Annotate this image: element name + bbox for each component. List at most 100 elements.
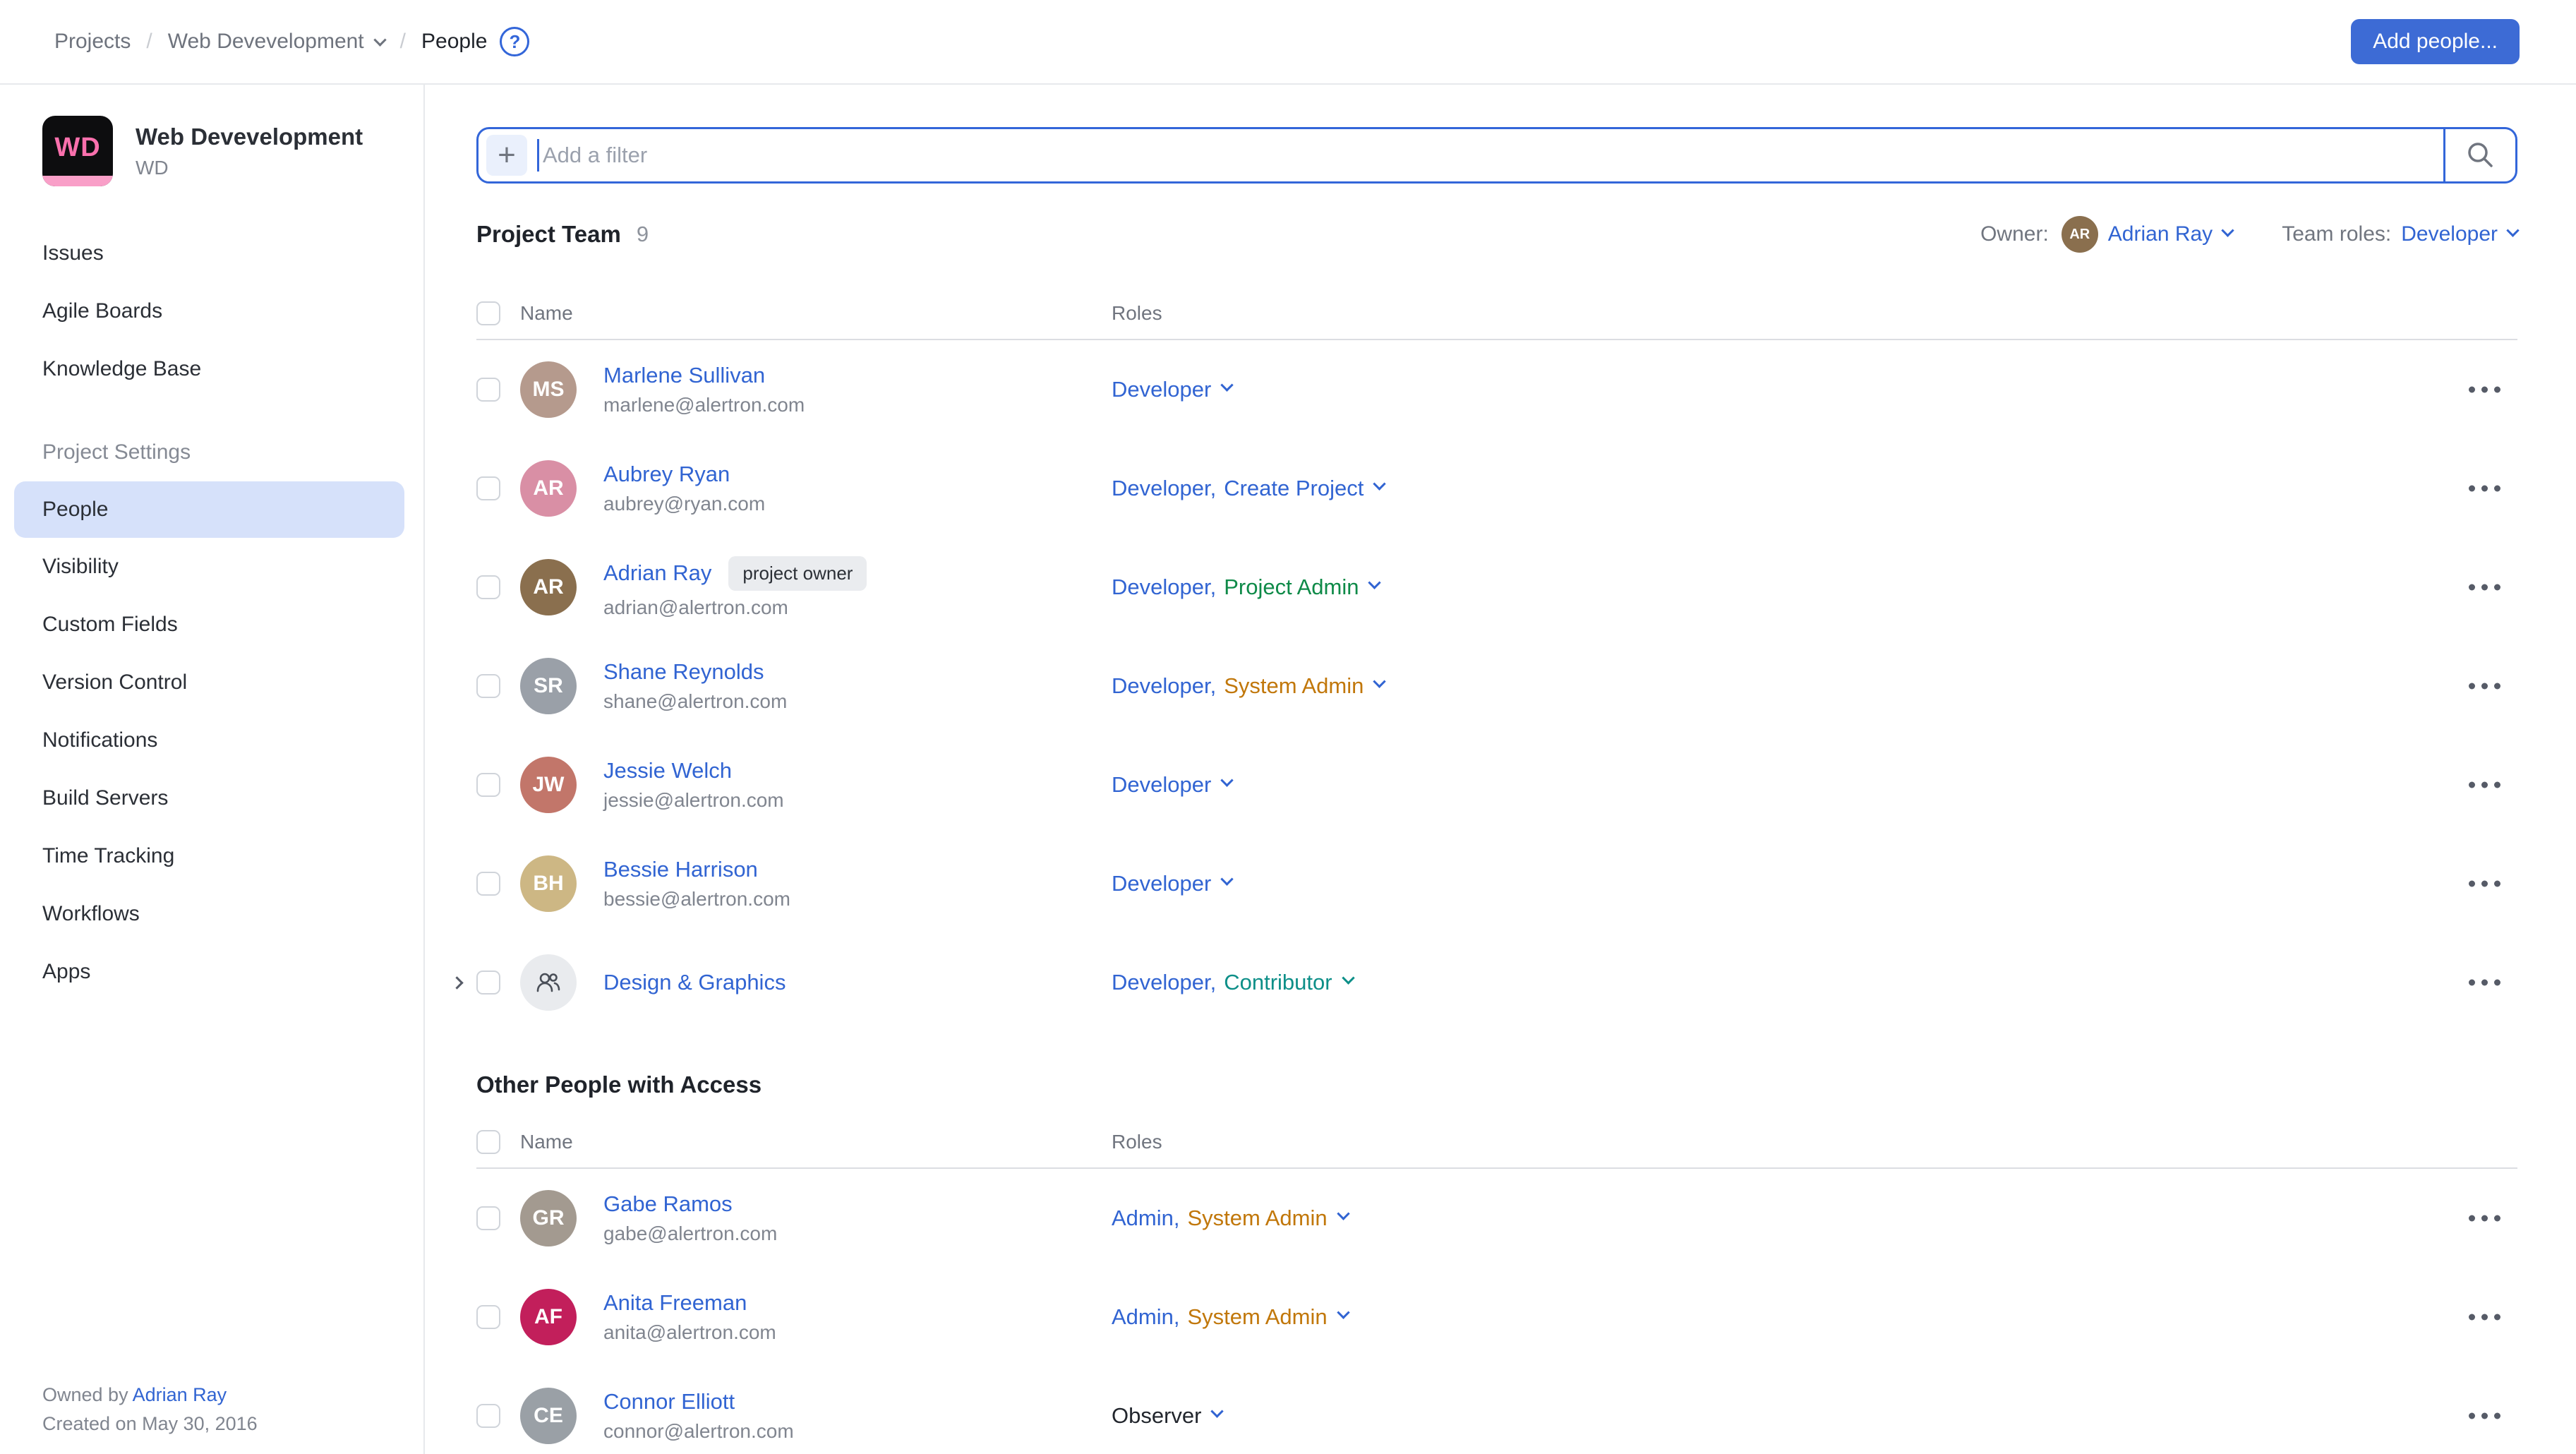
roles-dropdown[interactable]: Developer, Project Admin xyxy=(1112,575,1379,600)
person-name-link[interactable]: Marlene Sullivan xyxy=(603,363,765,388)
person-name-link[interactable]: Gabe Ramos xyxy=(603,1191,733,1217)
row-actions-button[interactable] xyxy=(2462,380,2508,400)
sidebar-item-agile-boards[interactable]: Agile Boards xyxy=(42,282,423,340)
role-secondary: Project Admin xyxy=(1224,575,1359,600)
sidebar-item-build-servers[interactable]: Build Servers xyxy=(42,769,423,827)
sidebar-item-notifications[interactable]: Notifications xyxy=(42,711,423,769)
roles-dropdown[interactable]: Developer, System Admin xyxy=(1112,673,1384,699)
row-actions-button[interactable] xyxy=(2462,874,2508,894)
sidebar-item-knowledge-base[interactable]: Knowledge Base xyxy=(42,340,423,398)
row-actions-button[interactable] xyxy=(2462,479,2508,499)
breadcrumb-projects[interactable]: Projects xyxy=(54,30,131,54)
chevron-down-icon xyxy=(1368,576,1381,589)
owner-link[interactable]: Adrian Ray xyxy=(133,1384,227,1405)
role-secondary: Contributor xyxy=(1224,970,1332,995)
select-all-checkbox[interactable] xyxy=(476,1130,500,1154)
avatar: JW xyxy=(520,757,577,813)
breadcrumb: Projects / Web Devevelopment / People ? xyxy=(54,27,529,56)
roles-dropdown[interactable]: Developer, Contributor xyxy=(1112,970,1353,995)
sidebar-item-visibility[interactable]: Visibility xyxy=(42,538,423,596)
sidebar-section-project-settings: Project Settings xyxy=(42,423,423,481)
row-checkbox[interactable] xyxy=(476,575,500,599)
chevron-down-icon xyxy=(1221,774,1234,786)
row-checkbox[interactable] xyxy=(476,1206,500,1230)
sidebar-item-issues[interactable]: Issues xyxy=(42,224,423,282)
row-actions-button[interactable] xyxy=(2462,676,2508,697)
chevron-down-icon[interactable] xyxy=(373,33,386,46)
roles-dropdown[interactable]: Developer xyxy=(1112,772,1232,798)
team-table-header: Name Roles xyxy=(476,288,2517,340)
created-on-label: Created on May 30, 2016 xyxy=(42,1410,258,1438)
filter-input[interactable] xyxy=(543,129,2443,181)
row-checkbox[interactable] xyxy=(476,1305,500,1329)
breadcrumb-separator: / xyxy=(400,30,406,54)
chevron-down-icon xyxy=(1337,1306,1349,1318)
row-actions-button[interactable] xyxy=(2462,1208,2508,1229)
table-row: SR Shane Reynolds shane@alertron.com Dev… xyxy=(476,637,2517,735)
person-email: adrian@alertron.com xyxy=(603,596,867,619)
group-name-link[interactable]: Design & Graphics xyxy=(603,970,786,995)
role-primary: Developer, xyxy=(1112,970,1216,995)
row-actions-button[interactable] xyxy=(2462,1406,2508,1426)
add-filter-plus-icon[interactable]: + xyxy=(486,135,527,176)
row-checkbox[interactable] xyxy=(476,773,500,797)
team-roles-label: Team roles: xyxy=(2282,222,2391,246)
chevron-down-icon xyxy=(1221,378,1234,391)
project-logo: WD xyxy=(42,116,113,186)
search-button[interactable] xyxy=(2443,129,2515,181)
roles-dropdown[interactable]: Admin, System Admin xyxy=(1112,1304,1348,1330)
person-name-link[interactable]: Aubrey Ryan xyxy=(603,462,730,487)
row-checkbox[interactable] xyxy=(476,1404,500,1428)
row-checkbox[interactable] xyxy=(476,674,500,698)
row-actions-button[interactable] xyxy=(2462,973,2508,993)
person-name-link[interactable]: Bessie Harrison xyxy=(603,857,758,882)
breadcrumb-project[interactable]: Web Devevelopment xyxy=(168,30,364,54)
add-people-button[interactable]: Add people... xyxy=(2351,19,2520,64)
role-primary: Developer, xyxy=(1112,476,1216,501)
roles-dropdown[interactable]: Developer, Create Project xyxy=(1112,476,1384,501)
select-all-checkbox[interactable] xyxy=(476,301,500,325)
owned-by-label: Owned by xyxy=(42,1384,128,1405)
row-checkbox[interactable] xyxy=(476,476,500,500)
sidebar-item-custom-fields[interactable]: Custom Fields xyxy=(42,596,423,654)
person-name-link[interactable]: Connor Elliott xyxy=(603,1389,735,1414)
roles-dropdown[interactable]: Developer xyxy=(1112,377,1232,402)
row-checkbox[interactable] xyxy=(476,378,500,402)
person-name-link[interactable]: Anita Freeman xyxy=(603,1290,747,1316)
row-actions-button[interactable] xyxy=(2462,577,2508,598)
person-name-link[interactable]: Shane Reynolds xyxy=(603,659,764,685)
row-actions-button[interactable] xyxy=(2462,1307,2508,1328)
role-primary: Developer xyxy=(1112,871,1211,896)
team-roles-dropdown[interactable]: Developer xyxy=(2401,222,2517,246)
sidebar-item-version-control[interactable]: Version Control xyxy=(42,654,423,711)
role-primary: Developer, xyxy=(1112,575,1216,600)
roles-dropdown[interactable]: Admin, System Admin xyxy=(1112,1206,1348,1231)
person-name-link[interactable]: Jessie Welch xyxy=(603,758,732,783)
role-primary: Developer xyxy=(1112,377,1211,402)
role-primary: Developer, xyxy=(1112,673,1216,699)
sidebar-item-people[interactable]: People xyxy=(14,481,404,538)
sidebar-item-time-tracking[interactable]: Time Tracking xyxy=(42,827,423,885)
roles-dropdown[interactable]: Observer xyxy=(1112,1403,1222,1429)
sidebar-item-workflows[interactable]: Workflows xyxy=(42,885,423,943)
chevron-down-icon xyxy=(2221,224,2234,236)
expand-group-button[interactable] xyxy=(444,970,469,995)
owner-dropdown[interactable]: Adrian Ray xyxy=(2108,222,2232,246)
row-checkbox[interactable] xyxy=(476,872,500,896)
roles-dropdown[interactable]: Developer xyxy=(1112,871,1232,896)
sidebar-item-apps[interactable]: Apps xyxy=(42,943,423,1001)
row-checkbox[interactable] xyxy=(476,971,500,995)
person-email: jessie@alertron.com xyxy=(603,789,784,812)
person-email: bessie@alertron.com xyxy=(603,888,790,911)
table-row: CE Connor Elliott connor@alertron.com Ob… xyxy=(476,1366,2517,1454)
role-secondary: System Admin xyxy=(1187,1304,1327,1330)
row-actions-button[interactable] xyxy=(2462,775,2508,795)
column-name: Name xyxy=(520,1131,573,1153)
person-email: aubrey@ryan.com xyxy=(603,493,765,515)
role-primary: Observer xyxy=(1112,1403,1201,1429)
table-row: AR Aubrey Ryan aubrey@ryan.com Developer… xyxy=(476,439,2517,538)
owner-dropdown-value: Adrian Ray xyxy=(2108,222,2213,246)
table-row: AR Adrian Ray project owner adrian@alert… xyxy=(476,538,2517,637)
person-name-link[interactable]: Adrian Ray xyxy=(603,560,711,586)
help-icon[interactable]: ? xyxy=(500,27,529,56)
